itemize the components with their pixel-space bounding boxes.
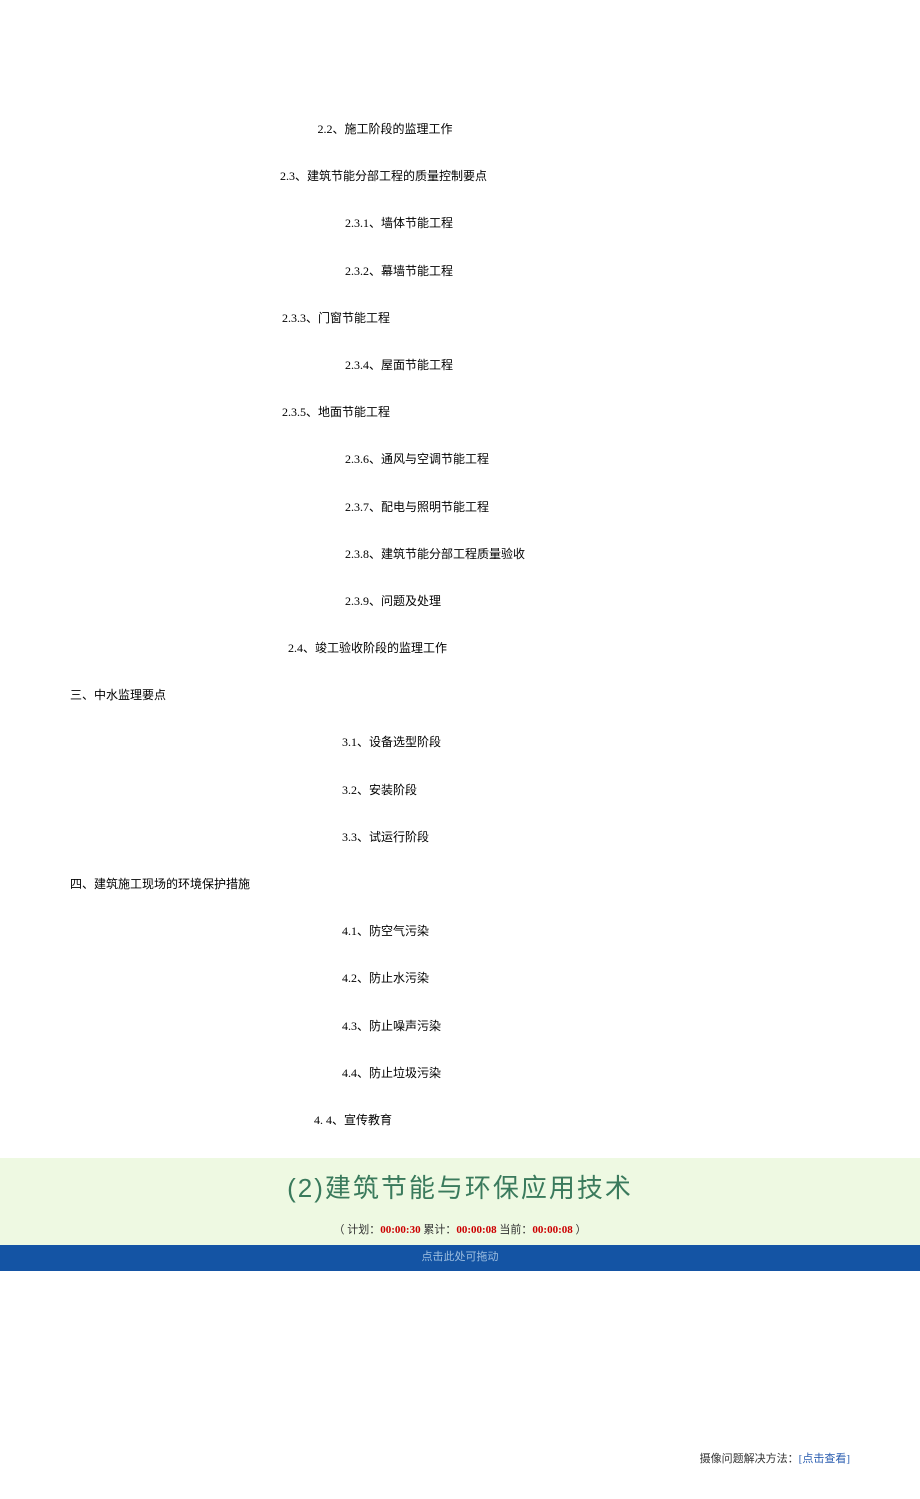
toc-item: 4. 4、宣传教育 <box>70 1111 850 1130</box>
timer-plan-value: 00:00:30 <box>380 1224 420 1236</box>
toc-item: 2.3.7、配电与照明节能工程 <box>70 498 850 517</box>
toc-item: 2.3.9、问题及处理 <box>70 592 850 611</box>
toc-item: 2.3.8、建筑节能分部工程质量验收 <box>70 545 850 564</box>
timer-plan-label: （ 计划： <box>334 1224 381 1236</box>
toc-section-heading: 四、建筑施工现场的环境保护措施 <box>70 875 850 894</box>
camera-help-link[interactable]: [点击查看] <box>799 1453 850 1465</box>
section-title: (2)建筑节能与环保应用技术 <box>0 1168 920 1210</box>
toc-item: 2.3.6、通风与空调节能工程 <box>70 450 850 469</box>
toc-item: 2.3.1、墙体节能工程 <box>70 214 850 233</box>
toc-item: 3.1、设备选型阶段 <box>70 733 850 752</box>
toc-item: 2.3.4、屋面节能工程 <box>70 356 850 375</box>
toc-item: 4.2、防止水污染 <box>70 969 850 988</box>
camera-help-label: 摄像问题解决方法： <box>700 1453 799 1465</box>
toc-item: 3.2、安装阶段 <box>70 781 850 800</box>
toc-item: 2.3.5、地面节能工程 <box>70 403 850 422</box>
toc-item: 2.2、施工阶段的监理工作 <box>70 120 850 139</box>
timer-bar: （ 计划：00:00:30 累计：00:00:08 当前：00:00:08 ） <box>0 1218 920 1246</box>
toc-item: 2.3.3、门窗节能工程 <box>70 309 850 328</box>
toc-section-heading: 三、中水监理要点 <box>70 686 850 705</box>
toc-item: 4.1、防空气污染 <box>70 922 850 941</box>
toc-item: 2.4、竣工验收阶段的监理工作 <box>70 639 850 658</box>
drag-handle-bar[interactable]: 点击此处可拖动 <box>0 1245 920 1271</box>
timer-suffix: ） <box>573 1224 587 1236</box>
footer-area: 摄像问题解决方法：[点击查看] <box>0 1451 920 1499</box>
toc-item: 4.3、防止噪声污染 <box>70 1017 850 1036</box>
toc-item: 2.3、建筑节能分部工程的质量控制要点 <box>70 167 850 186</box>
timer-total-value: 00:00:08 <box>456 1224 496 1236</box>
toc-content: 2.2、施工阶段的监理工作 2.3、建筑节能分部工程的质量控制要点 2.3.1、… <box>0 0 920 1130</box>
drag-handle-label: 点击此处可拖动 <box>422 1251 499 1263</box>
toc-item: 3.3、试运行阶段 <box>70 828 850 847</box>
toc-item: 4.4、防止垃圾污染 <box>70 1064 850 1083</box>
timer-total-label: 累计： <box>421 1224 457 1236</box>
section-header: (2)建筑节能与环保应用技术 <box>0 1158 920 1218</box>
timer-current-label: 当前： <box>497 1224 533 1236</box>
toc-item: 2.3.2、幕墙节能工程 <box>70 262 850 281</box>
timer-current-value: 00:00:08 <box>532 1224 572 1236</box>
